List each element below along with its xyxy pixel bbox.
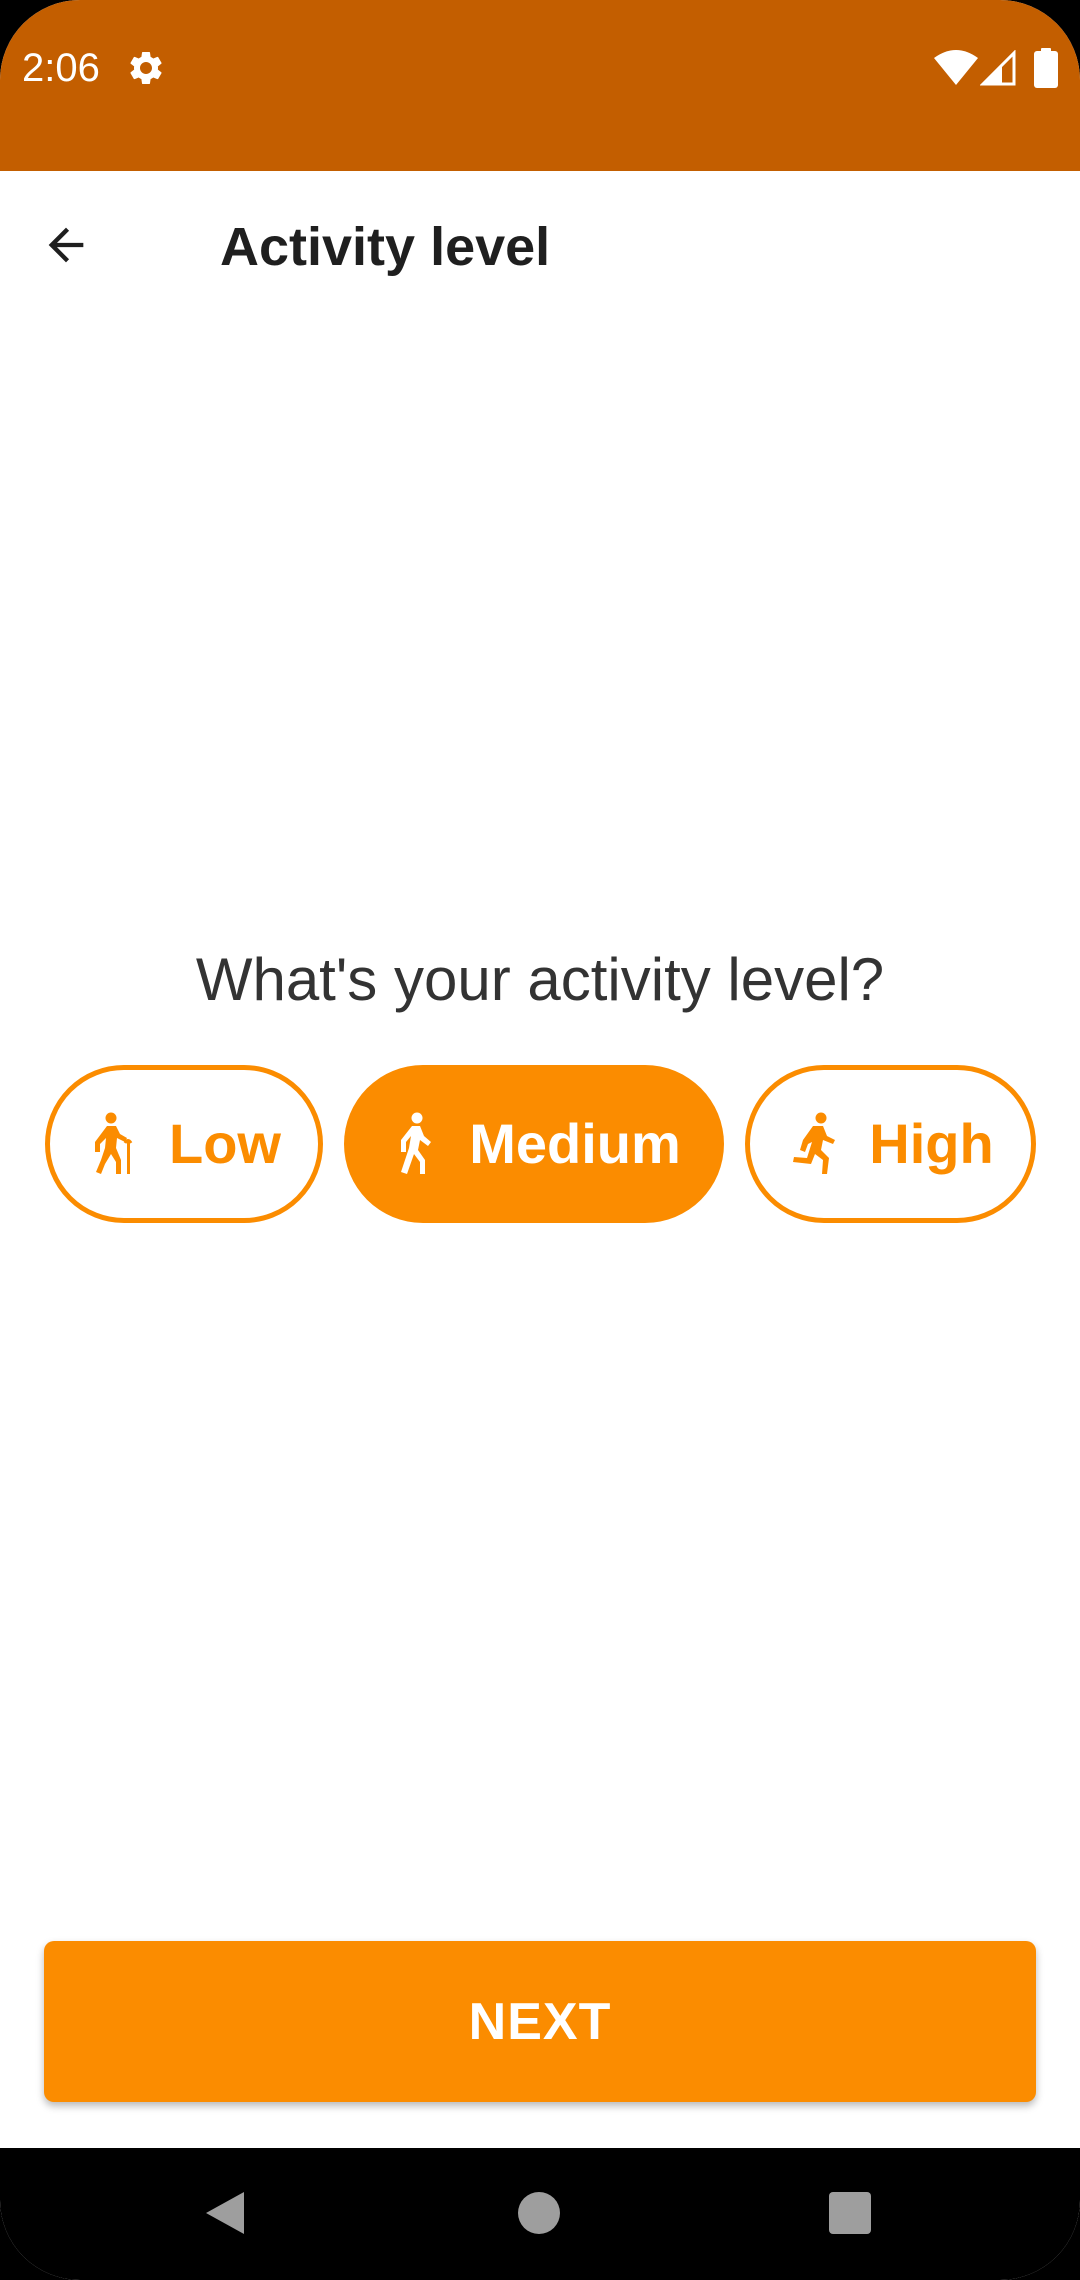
back-button[interactable]	[22, 201, 110, 289]
nav-home-icon[interactable]	[518, 2192, 560, 2234]
nav-back-icon[interactable]	[204, 2190, 246, 2236]
running-icon	[793, 1112, 836, 1174]
next-button[interactable]: NEXT	[44, 1941, 1036, 2102]
screen: 2:06 Activity level What's your activity…	[0, 0, 1080, 2280]
status-bar: 2:06	[0, 0, 1080, 171]
activity-option-high-label: High	[869, 1112, 994, 1175]
wifi-icon	[934, 50, 978, 85]
nav-recents-icon[interactable]	[829, 2192, 871, 2234]
walking-icon	[401, 1112, 432, 1174]
next-button-label: NEXT	[468, 1992, 612, 2051]
activity-option-low[interactable]: Low	[45, 1065, 323, 1223]
arrow-back-icon	[48, 227, 84, 263]
activity-option-medium-label: Medium	[469, 1112, 681, 1175]
gear-icon	[130, 51, 162, 84]
battery-icon	[1034, 48, 1058, 88]
status-time: 2:06	[22, 46, 100, 90]
signal-icon	[980, 50, 1016, 86]
activity-option-high[interactable]: High	[745, 1065, 1036, 1223]
activity-option-low-label: Low	[169, 1112, 281, 1175]
page-title: Activity level	[220, 217, 551, 277]
question-text: What's your activity level?	[195, 946, 885, 1013]
app-bar: Activity level	[0, 171, 1080, 331]
elderly-walking-icon	[95, 1112, 133, 1174]
navigation-bar	[0, 2148, 1080, 2280]
activity-option-medium[interactable]: Medium	[344, 1065, 724, 1223]
